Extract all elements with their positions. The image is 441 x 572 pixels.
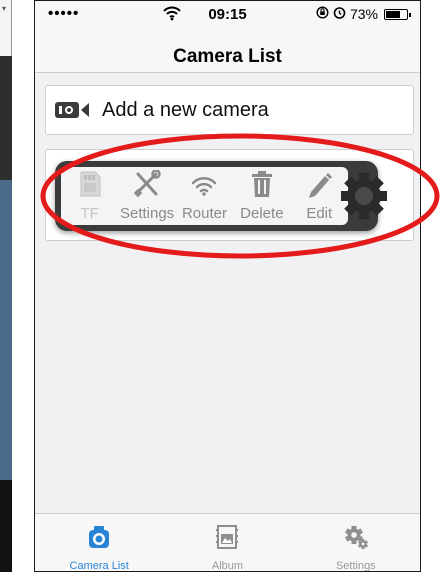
gear-icon[interactable] [338, 170, 390, 222]
router-action-button[interactable]: Router [177, 170, 231, 222]
delete-action-label: Delete [240, 205, 284, 222]
camera-actions-toolbar: TF Settings Router Delete Edit [61, 167, 348, 225]
orientation-lock-icon [316, 6, 329, 22]
tab-album-label: Album [211, 560, 244, 572]
settings-action-label: Settings [119, 205, 175, 222]
settings-action-button[interactable]: Settings [119, 169, 175, 222]
neighbor-dark-area [0, 480, 12, 572]
tab-settings[interactable]: Settings [292, 514, 420, 571]
trash-icon [249, 170, 275, 203]
camera-list: Add a new camera [35, 73, 420, 515]
neighbor-screenshot-strip: ▾ [0, 0, 12, 572]
camera-actions-popup: TF Settings Router Delete Edit [55, 161, 387, 231]
tab-camera-list-label: Camera List [69, 560, 129, 572]
battery-percent: 73% [349, 6, 378, 22]
phone-screen: ••••• 09:15 73% Camera List Add a new ca… [34, 0, 421, 572]
alarm-icon [333, 6, 346, 22]
tab-settings-label: Settings [335, 560, 376, 572]
camera-add-icon [54, 100, 90, 120]
chevron-down-icon: ▾ [2, 4, 7, 13]
camera-icon [87, 524, 111, 555]
tab-album[interactable]: Album [163, 514, 291, 571]
delete-action-button[interactable]: Delete [235, 170, 289, 222]
add-camera-button[interactable]: Add a new camera [45, 85, 414, 135]
album-icon [214, 524, 240, 555]
wifi-icon [190, 170, 218, 203]
pencil-icon [305, 170, 333, 203]
wrench-screwdriver-icon [133, 169, 161, 203]
tf-card-label: TF [80, 205, 99, 222]
battery-icon [384, 8, 411, 20]
edit-action-label: Edit [306, 205, 333, 222]
tab-camera-list[interactable]: Camera List [35, 514, 163, 571]
status-right: 73% [316, 6, 411, 22]
neighbor-top-bar: ▾ [0, 0, 12, 56]
sd-card-icon [77, 170, 103, 203]
gear-icon [343, 524, 369, 555]
tab-bar: Camera List Album Settings [35, 513, 420, 571]
add-camera-label: Add a new camera [102, 98, 269, 121]
router-action-label: Router [181, 205, 227, 222]
navigation-bar: Camera List [35, 29, 420, 73]
status-bar: ••••• 09:15 73% [35, 1, 420, 29]
neighbor-image [0, 180, 12, 480]
tf-card-button[interactable]: TF [63, 170, 117, 222]
